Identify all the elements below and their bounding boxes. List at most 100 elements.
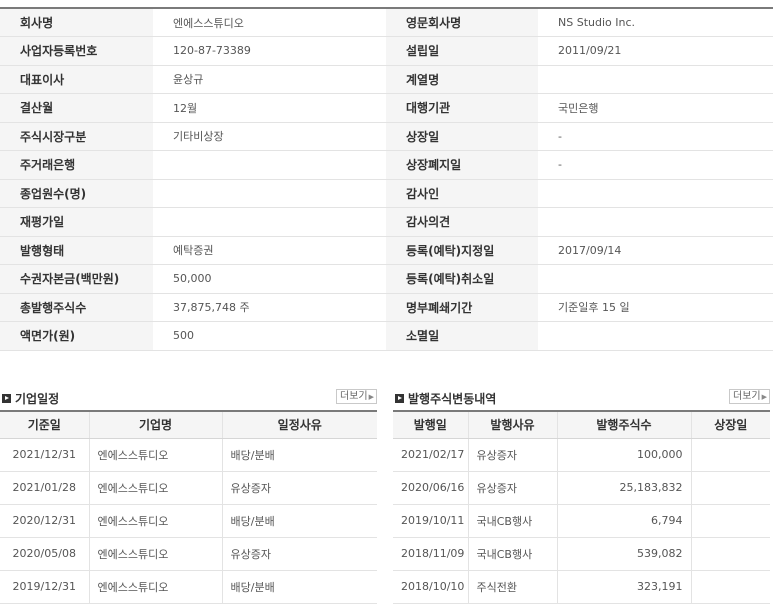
info-row: 주식시장구분 기타비상장 상장일 - xyxy=(0,122,773,151)
table-cell: 539,082 xyxy=(556,537,691,571)
table-cell: 2019/12/31 xyxy=(0,570,89,604)
info-label: 감사의견 xyxy=(386,207,538,237)
info-label: 결산월 xyxy=(0,93,153,123)
column-header: 발행사유 xyxy=(467,411,557,439)
info-value: 120-87-73389 xyxy=(153,36,386,66)
column-header: 상장일 xyxy=(690,411,770,439)
column-header: 기업명 xyxy=(88,411,222,439)
table-row: 2018/10/10 주식전환 323,191 xyxy=(393,570,770,604)
company-info-table: 회사명 엔에스스튜디오 영문회사명 NS Studio Inc. 사업자등록번호 120-… xyxy=(0,7,773,351)
info-row: 주거래은행 상장폐지일 - xyxy=(0,150,773,180)
info-label: 명부폐쇄기간 xyxy=(386,293,538,322)
info-label: 설립일 xyxy=(386,36,538,66)
info-row: 액면가(원) 500 소멸일 xyxy=(0,321,773,351)
schedule-body: 2021/12/31 엔에스스튜디오 배당/분배 2021/01/28 엔에스스튜디오 유… xyxy=(0,438,377,604)
table-cell: 배당/분배 xyxy=(221,438,377,472)
schedule-title: 기업일정 xyxy=(2,390,59,407)
table-cell: 323,191 xyxy=(556,570,691,604)
info-value: 기타비상장 xyxy=(153,122,386,151)
schedule-panel: 기업일정 더보기▶ 기준일 기업명 일정사유 2021/12/31 엔에스스튜디오… xyxy=(0,388,377,604)
info-label: 대표이사 xyxy=(0,65,153,94)
table-cell: 배당/분배 xyxy=(221,504,377,538)
table-cell: 유상증자 xyxy=(467,438,557,472)
table-row: 2020/06/16 유상증자 25,183,832 xyxy=(393,471,770,505)
table-cell: 엔에스스튜디오 xyxy=(88,537,222,571)
share-changes-title-text: 발행주식변동내역 xyxy=(408,392,497,406)
table-cell: 엔에스스튜디오 xyxy=(88,504,222,538)
square-bullet-icon xyxy=(2,394,11,403)
info-label: 계열명 xyxy=(386,65,538,94)
table-cell: 2018/11/09 xyxy=(393,537,468,571)
schedule-panel-header: 기업일정 더보기▶ xyxy=(0,388,377,410)
info-label: 사업자등록번호 xyxy=(0,36,153,66)
info-row: 발행형태 예탁증권 등록(예탁)지정일 2017/09/14 xyxy=(0,236,773,265)
table-cell: 2020/12/31 xyxy=(0,504,89,538)
square-bullet-icon xyxy=(395,394,404,403)
table-cell xyxy=(690,570,770,604)
info-label: 등록(예탁)취소일 xyxy=(386,264,538,294)
info-value: 12월 xyxy=(153,93,386,123)
table-cell: 엔에스스튜디오 xyxy=(88,438,222,472)
table-cell: 엔에스스튜디오 xyxy=(88,570,222,604)
info-value: NS Studio Inc. xyxy=(538,8,773,37)
arrow-right-icon: ▶ xyxy=(761,393,767,401)
info-label: 회사명 xyxy=(0,8,153,37)
info-value xyxy=(538,321,773,351)
schedule-more-button[interactable]: 더보기▶ xyxy=(336,389,377,404)
table-cell: 유상증자 xyxy=(221,537,377,571)
info-label: 대행기관 xyxy=(386,93,538,123)
info-label: 주식시장구분 xyxy=(0,122,153,151)
info-label: 수권자본금(백만원) xyxy=(0,264,153,294)
table-row: 2021/12/31 엔에스스튜디오 배당/분배 xyxy=(0,438,377,472)
table-cell xyxy=(690,471,770,505)
table-cell: 100,000 xyxy=(556,438,691,472)
info-value: 2011/09/21 xyxy=(538,36,773,66)
table-row: 2019/10/11 국내CB행사 6,794 xyxy=(393,504,770,538)
info-value xyxy=(538,179,773,208)
schedule-table: 기준일 기업명 일정사유 2021/12/31 엔에스스튜디오 배당/분배 2021/… xyxy=(0,410,377,604)
table-cell: 유상증자 xyxy=(467,471,557,505)
table-cell: 2021/12/31 xyxy=(0,438,89,472)
info-value xyxy=(153,179,386,208)
info-value xyxy=(153,150,386,180)
table-row: 2020/05/08 엔에스스튜디오 유상증자 xyxy=(0,537,377,571)
share-changes-title: 발행주식변동내역 xyxy=(395,390,496,407)
table-row: 2018/11/09 국내CB행사 539,082 xyxy=(393,537,770,571)
info-value: 기준일후 15 일 xyxy=(538,293,773,322)
share-changes-table: 발행일 발행사유 발행주식수 상장일 2021/02/17 유상증자 100,000… xyxy=(393,410,770,604)
schedule-title-text: 기업일정 xyxy=(15,392,60,406)
column-header: 발행일 xyxy=(393,411,468,439)
share-changes-body: 2021/02/17 유상증자 100,000 2020/06/16 유상증자 25,18… xyxy=(393,438,770,604)
column-header: 기준일 xyxy=(0,411,89,439)
table-cell: 국내CB행사 xyxy=(467,537,557,571)
table-row: 2021/01/28 엔에스스튜디오 유상증자 xyxy=(0,471,377,505)
table-cell xyxy=(690,537,770,571)
table-row: 2021/02/17 유상증자 100,000 xyxy=(393,438,770,472)
info-label: 등록(예탁)지정일 xyxy=(386,236,538,265)
table-row: 2019/12/31 엔에스스튜디오 배당/분배 xyxy=(0,570,377,604)
info-row: 결산월 12월 대행기관 국민은행 xyxy=(0,93,773,123)
info-row: 종업원수(명) 감사인 xyxy=(0,179,773,208)
info-label: 상장일 xyxy=(386,122,538,151)
share-changes-header-row: 발행일 발행사유 발행주식수 상장일 xyxy=(393,411,770,439)
info-label: 감사인 xyxy=(386,179,538,208)
share-changes-more-button[interactable]: 더보기▶ xyxy=(729,389,770,404)
table-cell xyxy=(690,504,770,538)
table-cell: 주식전환 xyxy=(467,570,557,604)
info-value: 엔에스스튜디오 xyxy=(153,8,386,37)
share-changes-panel: 발행주식변동내역 더보기▶ 발행일 발행사유 발행주식수 상장일 2021/02… xyxy=(393,388,770,604)
info-row: 회사명 엔에스스튜디오 영문회사명 NS Studio Inc. xyxy=(0,8,773,37)
company-info-body: 회사명 엔에스스튜디오 영문회사명 NS Studio Inc. 사업자등록번호 120-… xyxy=(0,8,773,351)
info-value: 2017/09/14 xyxy=(538,236,773,265)
info-row: 수권자본금(백만원) 50,000 등록(예탁)취소일 xyxy=(0,264,773,294)
info-value xyxy=(538,65,773,94)
info-row: 총발행주식수 37,875,748 주 명부폐쇄기간 기준일후 15 일 xyxy=(0,293,773,322)
info-label: 소멸일 xyxy=(386,321,538,351)
info-label: 종업원수(명) xyxy=(0,179,153,208)
info-label: 주거래은행 xyxy=(0,150,153,180)
info-label: 재평가일 xyxy=(0,207,153,237)
table-cell: 2020/06/16 xyxy=(393,471,468,505)
info-label: 액면가(원) xyxy=(0,321,153,351)
table-cell: 2019/10/11 xyxy=(393,504,468,538)
arrow-right-icon: ▶ xyxy=(368,393,374,401)
